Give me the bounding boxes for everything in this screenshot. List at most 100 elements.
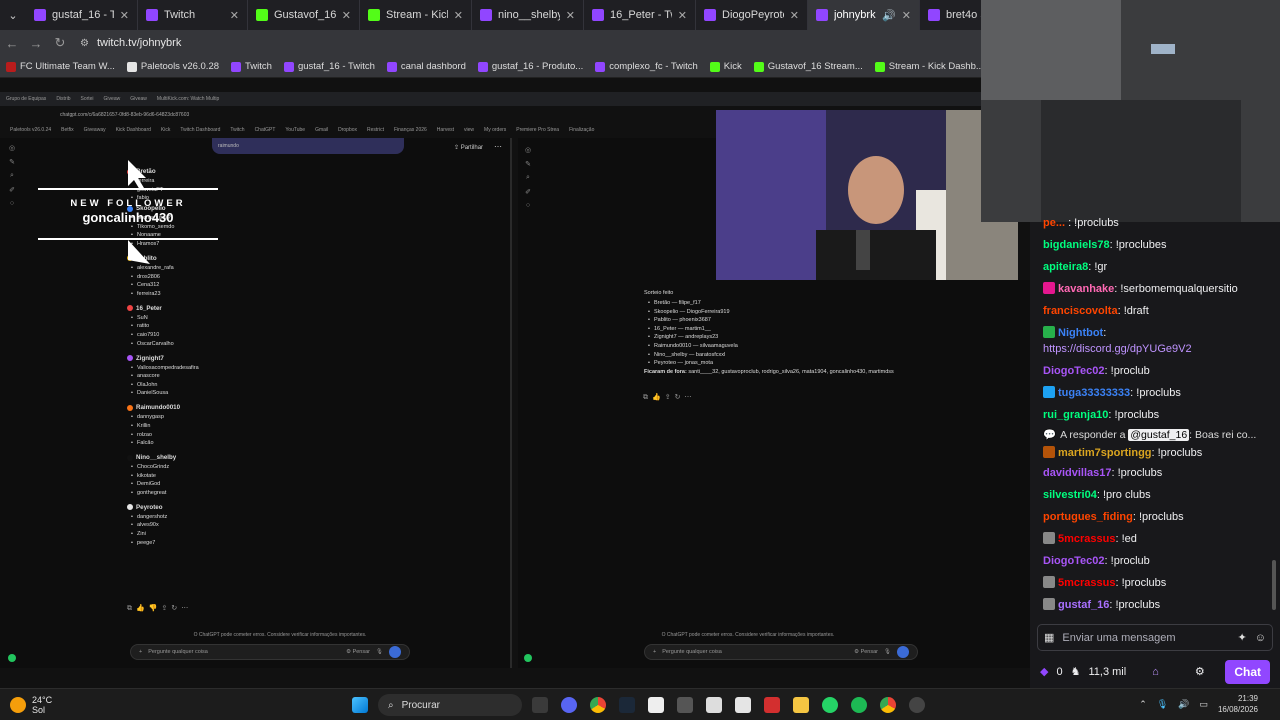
chat-username[interactable]: Nightbot (1058, 327, 1103, 339)
chat-message[interactable]: tuga33333333: !proclubs (1043, 386, 1273, 400)
browser-tab[interactable]: 16_Peter - Twitch ✕ (584, 0, 696, 30)
weather-widget[interactable]: 24°C Sol (10, 695, 52, 715)
store-icon[interactable] (735, 697, 751, 713)
close-tab-icon[interactable]: ✕ (678, 9, 687, 22)
chat-username[interactable]: 5mcrassus (1058, 577, 1116, 589)
close-tab-icon[interactable]: ✕ (454, 9, 463, 22)
think-button[interactable]: ⚙ Pensar (346, 649, 370, 655)
chrome-icon[interactable] (590, 697, 606, 713)
chat-username[interactable]: apiteira8 (1043, 261, 1088, 273)
thumbs-down-icon[interactable]: 👎 (149, 605, 162, 612)
chat-username[interactable]: pe... (1043, 217, 1068, 229)
windows-start-icon[interactable] (352, 697, 368, 713)
circle-icon[interactable]: ○ (526, 202, 530, 209)
bookmark-item[interactable]: Stream - Kick Dashb... (874, 61, 984, 72)
browser-tab[interactable]: DiogoPeyroteo9 ✕ (696, 0, 808, 30)
chat-message[interactable]: silvestri04: !pro clubs (1043, 488, 1273, 502)
chatgpt-logo-icon[interactable]: ◎ (525, 146, 531, 154)
chatgpt-logo-icon[interactable]: ◎ (9, 144, 15, 152)
browser-tab[interactable]: Stream - Kick Das ✕ (360, 0, 472, 30)
mute-tab-icon[interactable]: 🔊 (882, 9, 896, 22)
chat-message[interactable]: franciscovolta: !draft (1043, 304, 1273, 318)
chat-username[interactable]: tuga33333333 (1058, 387, 1130, 399)
bookmark-item[interactable]: Paletools v26.0.28 (126, 61, 219, 72)
chat-message[interactable]: apiteira8: !gr (1043, 260, 1273, 274)
emoji-icon[interactable]: ☺ (1255, 632, 1266, 644)
clock[interactable]: 21:39 16/08/2026 (1218, 693, 1258, 715)
share-icon[interactable]: ⇪ (665, 394, 675, 401)
forward-icon[interactable]: → (24, 36, 48, 51)
bookmark-item[interactable]: gustaf_16 - Produto... (477, 61, 583, 72)
capcut-icon[interactable] (648, 697, 664, 713)
chat-message[interactable]: bigdaniels78: !proclubes (1043, 238, 1273, 252)
microphone-icon[interactable]: 🎙 (1157, 699, 1168, 710)
browser-tab[interactable]: Gustavof_16 Strea ✕ (248, 0, 360, 30)
share-icon[interactable]: ⇪ (161, 605, 171, 612)
close-tab-icon[interactable]: ✕ (790, 9, 799, 22)
new-chat-icon[interactable]: ✎ (9, 158, 15, 166)
chat-link[interactable]: https://discord.gg/dpYUGe9V2 (1043, 343, 1192, 355)
chat-username[interactable]: franciscovolta (1043, 305, 1118, 317)
reload-icon[interactable]: ↻ (48, 35, 72, 51)
whatsapp-icon[interactable] (822, 697, 838, 713)
more-icon[interactable]: ⋯ (181, 605, 192, 612)
tab-search-icon[interactable]: ⌄ (0, 0, 26, 30)
bookmark-item[interactable]: FC Ultimate Team W... (6, 61, 115, 72)
chat-message[interactable]: portugues_fiding: !proclubs (1043, 510, 1273, 524)
chat-message[interactable]: davidvillas17: !proclubs (1043, 466, 1273, 480)
chat-send-button[interactable]: Chat (1225, 659, 1270, 684)
chat-message[interactable]: 5mcrassus: !ed (1043, 532, 1273, 546)
obs-icon[interactable] (909, 697, 925, 713)
pen-icon[interactable]: ✐ (9, 186, 15, 194)
regenerate-icon[interactable]: ↻ (171, 605, 181, 612)
mic-icon[interactable]: 🎙 (376, 649, 383, 655)
new-chat-icon[interactable]: ✎ (525, 160, 531, 168)
chat-message[interactable]: martim7sportingg: !proclubs (1043, 446, 1273, 460)
browser-tab[interactable]: nino__shelby - Tw ✕ (472, 0, 584, 30)
close-tab-icon[interactable]: ✕ (120, 9, 129, 22)
task-view-icon[interactable] (532, 697, 548, 713)
browser-tab[interactable]: johnybrk - Tw 🔊 ✕ (808, 0, 920, 30)
back-icon[interactable]: ← (0, 36, 24, 51)
settings-gear-icon[interactable]: ⚙ (1195, 665, 1205, 678)
chat-message[interactable]: https://discord.gg/dpYUGe9V2 (1043, 342, 1273, 356)
chat-username[interactable]: martim7sportingg (1058, 447, 1152, 459)
ea-icon[interactable] (677, 697, 693, 713)
think-button[interactable]: ⚙ Pensar (854, 649, 878, 655)
share-button[interactable]: ⇪ Partilhar (454, 144, 483, 151)
plus-icon[interactable]: + (653, 649, 656, 655)
chat-message[interactable]: 5mcrassus: !proclubs (1043, 576, 1273, 590)
thumbs-up-icon[interactable]: 👍 (136, 605, 149, 612)
chat-message[interactable]: Nightbot: (1043, 326, 1273, 340)
file-explorer-icon[interactable] (793, 697, 809, 713)
bookmark-item[interactable]: Twitch (231, 61, 272, 72)
bookmark-item[interactable]: complexo_fc - Twitch (595, 61, 698, 72)
close-tab-icon[interactable]: ✕ (902, 9, 911, 22)
chat-username[interactable]: portugues_fiding (1043, 511, 1133, 523)
chat-message[interactable]: rui_granja10: !proclubs (1043, 408, 1273, 422)
close-tab-icon[interactable]: ✕ (566, 9, 575, 22)
plus-icon[interactable]: + (139, 649, 142, 655)
chat-scrollbar[interactable] (1272, 560, 1276, 610)
chat-username[interactable]: davidvillas17 (1043, 467, 1112, 479)
chat-message[interactable]: gustaf_16: !proclubs (1043, 598, 1273, 612)
voice-icon[interactable] (897, 646, 909, 658)
chat-input[interactable]: ▦ Enviar uma mensagem ✦ ☺ (1037, 624, 1273, 651)
copy-icon[interactable]: ⧉ (127, 605, 136, 612)
chat-username[interactable]: 5mcrassus (1058, 533, 1116, 545)
bookmark-item[interactable]: Gustavof_16 Stream... (753, 61, 863, 72)
search-icon[interactable]: ⌕ (526, 174, 530, 182)
reply-mention[interactable]: @gustaf_16 (1128, 429, 1190, 441)
chat-message[interactable]: DiogoTec02: !proclub (1043, 364, 1273, 378)
bits-icon[interactable]: ◆ (1040, 665, 1048, 678)
chat-message[interactable]: DiogoTec02: !proclub (1043, 554, 1273, 568)
ask-input-left[interactable]: + Pergunte qualquer coisa ⚙ Pensar 🎙 (130, 644, 410, 660)
taskbar-search[interactable]: ⌕ Procurar (378, 694, 522, 716)
emote-grid-icon[interactable]: ▦ (1044, 631, 1054, 644)
site-info-icon[interactable]: ⚙ (80, 38, 89, 49)
close-tab-icon[interactable]: ✕ (342, 9, 351, 22)
bookmark-item[interactable]: canal dashbord (386, 61, 466, 72)
discord-icon[interactable] (561, 697, 577, 713)
steam-icon[interactable] (619, 697, 635, 713)
chat-username[interactable]: gustaf_16 (1058, 599, 1109, 611)
